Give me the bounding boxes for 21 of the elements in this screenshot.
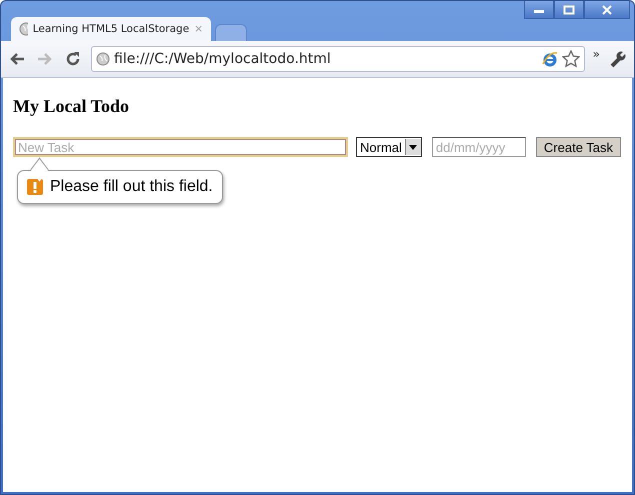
globe-icon [19,22,28,36]
create-task-button[interactable]: Create Task [536,137,622,157]
task-input-field[interactable]: New Task [13,137,348,157]
date-input-field[interactable]: dd/mm/yyyy [432,137,526,157]
close-icon [602,4,612,14]
caret-icon [409,144,418,150]
priority-dropdown[interactable]: Normal [356,137,422,157]
overflow-button[interactable]: » [592,47,600,61]
address-bar[interactable]: file:///C:/Web/mylocaltodo.html [91,46,585,72]
browser-tab[interactable]: Learning HTML5 LocalStorage × [11,17,211,41]
settings-button[interactable] [608,49,628,69]
star-icon[interactable] [562,50,580,68]
ie-icon [542,51,558,67]
minimize-button[interactable] [524,1,554,19]
validation-message: Please fill out this field. [50,178,213,196]
page-heading: My Local Todo [13,96,130,117]
close-button[interactable] [584,1,630,19]
maximize-icon [563,4,575,14]
warning-icon [27,179,43,195]
maximize-button[interactable] [554,1,584,19]
globe-icon [96,52,110,66]
